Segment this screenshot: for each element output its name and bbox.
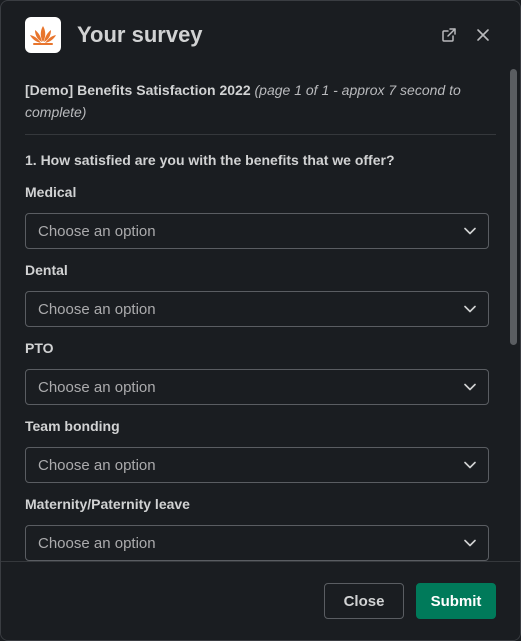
select-dental[interactable]: Choose an option (25, 291, 489, 327)
modal-header: Your survey (1, 1, 520, 69)
field-label-team-bonding: Team bonding (25, 418, 120, 434)
modal-footer: Close Submit (1, 561, 520, 640)
select-placeholder: Choose an option (38, 378, 156, 396)
modal-body: [Demo] Benefits Satisfaction 2022 (page … (1, 69, 520, 563)
select-pto[interactable]: Choose an option (25, 369, 489, 405)
field-label-dental: Dental (25, 262, 68, 278)
survey-modal: Your survey [Demo] Benefits Satisfaction… (0, 0, 521, 641)
survey-name: [Demo] Benefits Satisfaction 2022 (25, 82, 251, 98)
select-placeholder: Choose an option (38, 534, 156, 552)
chevron-down-icon (464, 300, 476, 318)
field-label-medical: Medical (25, 184, 77, 200)
modal-title: Your survey (77, 22, 203, 47)
select-medical[interactable]: Choose an option (25, 213, 489, 249)
select-placeholder: Choose an option (38, 300, 156, 318)
select-placeholder: Choose an option (38, 222, 156, 240)
open-in-new-window-icon[interactable] (436, 22, 462, 48)
lotus-logo-icon (25, 17, 61, 53)
field-label-parental-leave: Maternity/Paternity leave (25, 496, 190, 512)
close-icon[interactable] (470, 22, 496, 48)
select-parental-leave[interactable]: Choose an option (25, 525, 489, 561)
scrollbar-thumb[interactable] (510, 69, 517, 345)
chevron-down-icon (464, 534, 476, 552)
chevron-down-icon (464, 378, 476, 396)
chevron-down-icon (464, 222, 476, 240)
question-title: 1. How satisfied are you with the benefi… (25, 152, 395, 168)
select-team-bonding[interactable]: Choose an option (25, 447, 489, 483)
close-button[interactable]: Close (324, 583, 404, 619)
field-label-pto: PTO (25, 340, 54, 356)
survey-heading: [Demo] Benefits Satisfaction 2022 (page … (25, 69, 496, 135)
submit-button[interactable]: Submit (416, 583, 496, 619)
select-placeholder: Choose an option (38, 456, 156, 474)
chevron-down-icon (464, 456, 476, 474)
